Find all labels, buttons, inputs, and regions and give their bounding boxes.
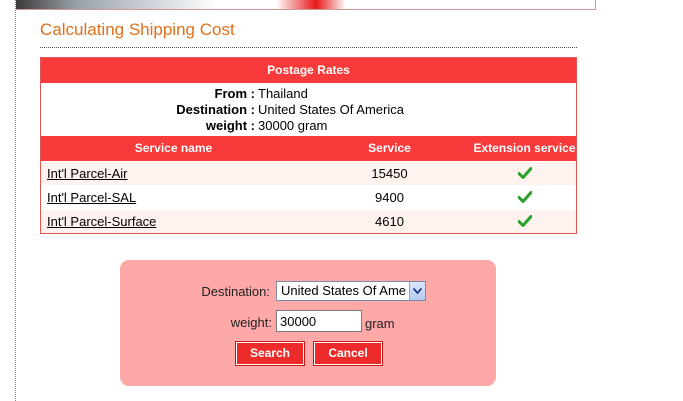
column-service: Service xyxy=(368,141,411,155)
info-label-weight: weight : xyxy=(205,118,255,133)
info-row-from: From : Thailand xyxy=(41,86,576,102)
weight-label: weight: xyxy=(230,315,272,330)
header-banner xyxy=(16,0,596,10)
table-body: Int'l Parcel-Air 15450 Int'l Parcel-SAL … xyxy=(41,161,576,233)
destination-selected-value: United States Of Ame xyxy=(281,283,407,298)
postage-rates-header: Postage Rates xyxy=(41,58,576,83)
extension-cell xyxy=(473,210,576,233)
weight-unit: gram xyxy=(365,316,395,331)
cancel-button[interactable]: Cancel xyxy=(313,341,383,366)
postage-rates-table: Postage Rates From : Thailand Destinatio… xyxy=(40,57,577,234)
info-row-destination: Destination : United States Of America xyxy=(41,102,576,118)
check-icon xyxy=(517,167,532,180)
info-value-from: Thailand xyxy=(258,86,308,101)
shipment-info: From : Thailand Destination : United Sta… xyxy=(41,83,576,136)
table-row: Int'l Parcel-Air 15450 xyxy=(41,161,576,185)
search-button[interactable]: Search xyxy=(235,341,305,366)
page-title: Calculating Shipping Cost xyxy=(40,20,235,39)
column-service-name: Service name xyxy=(134,141,213,155)
title-divider xyxy=(40,47,577,48)
service-name-cell: Int'l Parcel-Surface xyxy=(41,210,306,233)
table-row: Int'l Parcel-Surface 4610 xyxy=(41,209,576,233)
service-price-cell: 4610 xyxy=(375,214,404,229)
destination-label: Destination: xyxy=(201,284,270,299)
info-label-from: From : xyxy=(214,86,255,101)
service-link-surface[interactable]: Int'l Parcel-Surface xyxy=(47,214,156,229)
service-link-air[interactable]: Int'l Parcel-Air xyxy=(47,166,128,181)
table-column-header: Service name Service Extension service xyxy=(41,136,576,161)
info-label-destination: Destination : xyxy=(176,102,255,117)
destination-select[interactable]: United States Of Ame xyxy=(276,281,426,301)
info-row-weight: weight : 30000 gram xyxy=(41,118,576,134)
extension-cell xyxy=(473,162,576,185)
service-name-cell: Int'l Parcel-SAL xyxy=(41,186,306,209)
service-price-cell: 9400 xyxy=(375,190,404,205)
weight-input[interactable] xyxy=(276,310,362,332)
info-value-weight: 30000 gram xyxy=(258,118,328,133)
service-link-sal[interactable]: Int'l Parcel-SAL xyxy=(47,190,136,205)
check-icon xyxy=(517,215,532,228)
chevron-down-icon xyxy=(413,288,422,294)
dropdown-button[interactable] xyxy=(409,282,425,300)
service-name-cell: Int'l Parcel-Air xyxy=(41,162,306,185)
left-border xyxy=(15,0,16,401)
service-price-cell: 15450 xyxy=(371,166,408,181)
info-value-destination: United States Of America xyxy=(258,102,404,117)
calculate-form: Destination: United States Of Ame weight… xyxy=(120,260,496,386)
check-icon xyxy=(517,191,532,204)
extension-cell xyxy=(473,186,576,209)
table-row: Int'l Parcel-SAL 9400 xyxy=(41,185,576,209)
column-extension-service: Extension service xyxy=(473,141,576,155)
